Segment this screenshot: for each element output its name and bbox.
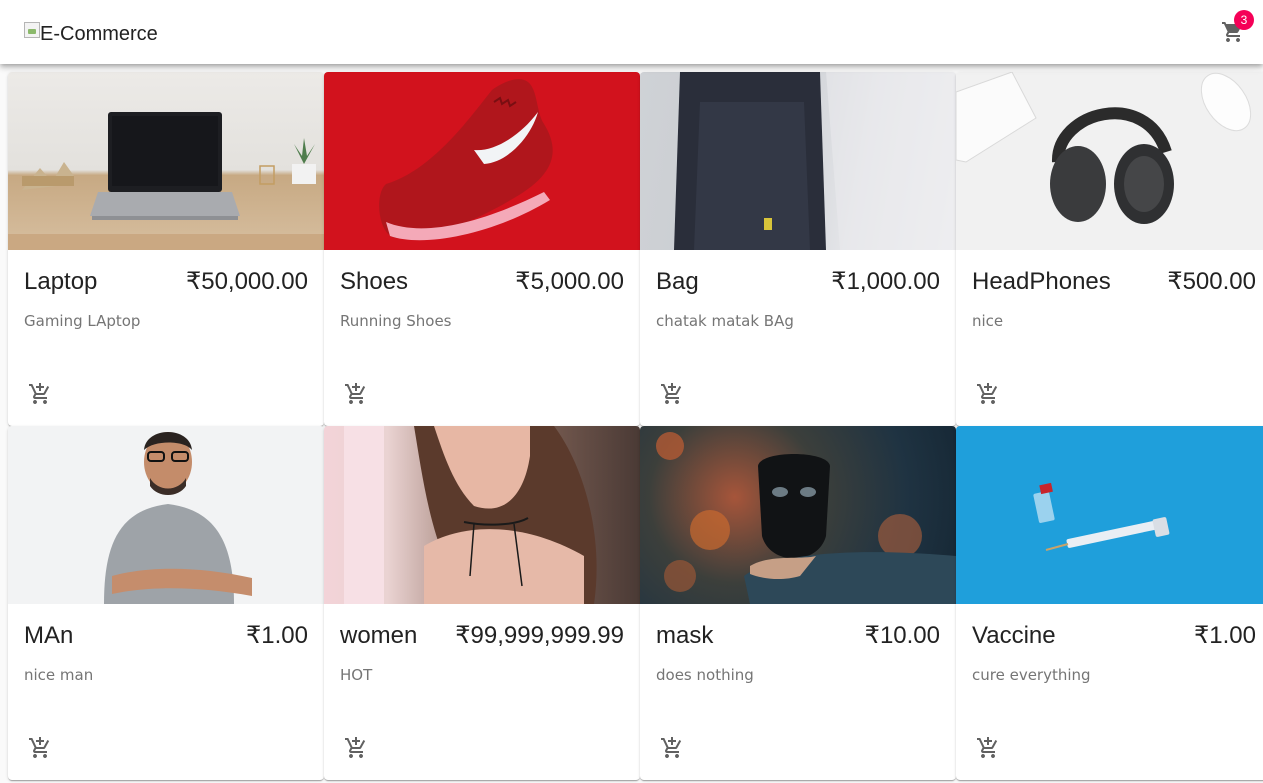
product-name: Laptop	[24, 268, 98, 295]
product-name: Vaccine	[972, 622, 1056, 649]
cart-count-badge: 3	[1234, 10, 1254, 30]
product-name: Bag	[656, 268, 699, 295]
product-image	[640, 426, 956, 604]
product-description: nice man	[24, 666, 94, 684]
add-shopping-cart-icon	[661, 383, 682, 404]
add-shopping-cart-icon	[345, 383, 366, 404]
product-image	[8, 72, 324, 250]
product-card: MAn ₹1.00 nice man	[8, 426, 324, 780]
product-image	[8, 426, 324, 604]
product-price: ₹5,000.00	[515, 268, 624, 295]
broken-image-icon	[24, 22, 40, 38]
product-image	[324, 72, 640, 250]
product-description: cure everything	[972, 666, 1091, 684]
add-to-cart-button[interactable]	[652, 728, 692, 768]
product-card: women ₹99,999,999.99 HOT	[324, 426, 640, 780]
product-card: Laptop ₹50,000.00 Gaming LAptop	[8, 72, 324, 426]
add-to-cart-button[interactable]	[20, 374, 60, 414]
product-card: mask ₹10.00 does nothing	[640, 426, 956, 780]
add-to-cart-button[interactable]	[968, 728, 1008, 768]
product-price: ₹99,999,999.99	[455, 622, 624, 649]
product-name: HeadPhones	[972, 268, 1111, 295]
product-description: nice	[972, 312, 1004, 330]
product-price: ₹500.00	[1167, 268, 1256, 295]
product-description: does nothing	[656, 666, 754, 684]
product-image	[956, 72, 1263, 250]
product-card: Bag ₹1,000.00 chatak matak BAg	[640, 72, 956, 426]
product-image	[324, 426, 640, 604]
add-shopping-cart-icon	[977, 737, 998, 758]
add-to-cart-button[interactable]	[20, 728, 60, 768]
product-description: Running Shoes	[340, 312, 452, 330]
add-shopping-cart-icon	[661, 737, 682, 758]
product-name: Shoes	[340, 268, 409, 295]
add-shopping-cart-icon	[29, 383, 50, 404]
product-name: mask	[656, 622, 714, 649]
add-to-cart-button[interactable]	[336, 728, 376, 768]
product-price: ₹10.00	[864, 622, 940, 649]
product-grid: Laptop ₹50,000.00 Gaming LAptop Shoes ₹5…	[8, 72, 1263, 780]
product-card: Vaccine ₹1.00 cure everything	[956, 426, 1263, 780]
cart-button[interactable]: 3	[1213, 10, 1254, 52]
product-price: ₹1.00	[246, 622, 308, 649]
add-to-cart-button[interactable]	[968, 374, 1008, 414]
logo-alt-text: E-Commerce	[40, 23, 158, 45]
product-image	[956, 426, 1263, 604]
product-card: HeadPhones ₹500.00 nice	[956, 72, 1263, 426]
product-name: women	[340, 622, 418, 649]
product-name: MAn	[24, 622, 74, 649]
product-price: ₹1,000.00	[831, 268, 940, 295]
product-description: Gaming LAptop	[24, 312, 141, 330]
product-card: Shoes ₹5,000.00 Running Shoes	[324, 72, 640, 426]
add-shopping-cart-icon	[29, 737, 50, 758]
product-price: ₹1.00	[1194, 622, 1256, 649]
product-description: chatak matak BAg	[656, 312, 794, 330]
app-bar: E-Commerce 3	[0, 0, 1263, 64]
logo[interactable]: E-Commerce	[24, 20, 158, 48]
product-price: ₹50,000.00	[185, 268, 308, 295]
add-shopping-cart-icon	[977, 383, 998, 404]
product-description: HOT	[340, 666, 373, 684]
add-to-cart-button[interactable]	[652, 374, 692, 414]
add-shopping-cart-icon	[345, 737, 366, 758]
add-to-cart-button[interactable]	[336, 374, 376, 414]
product-image	[640, 72, 956, 250]
